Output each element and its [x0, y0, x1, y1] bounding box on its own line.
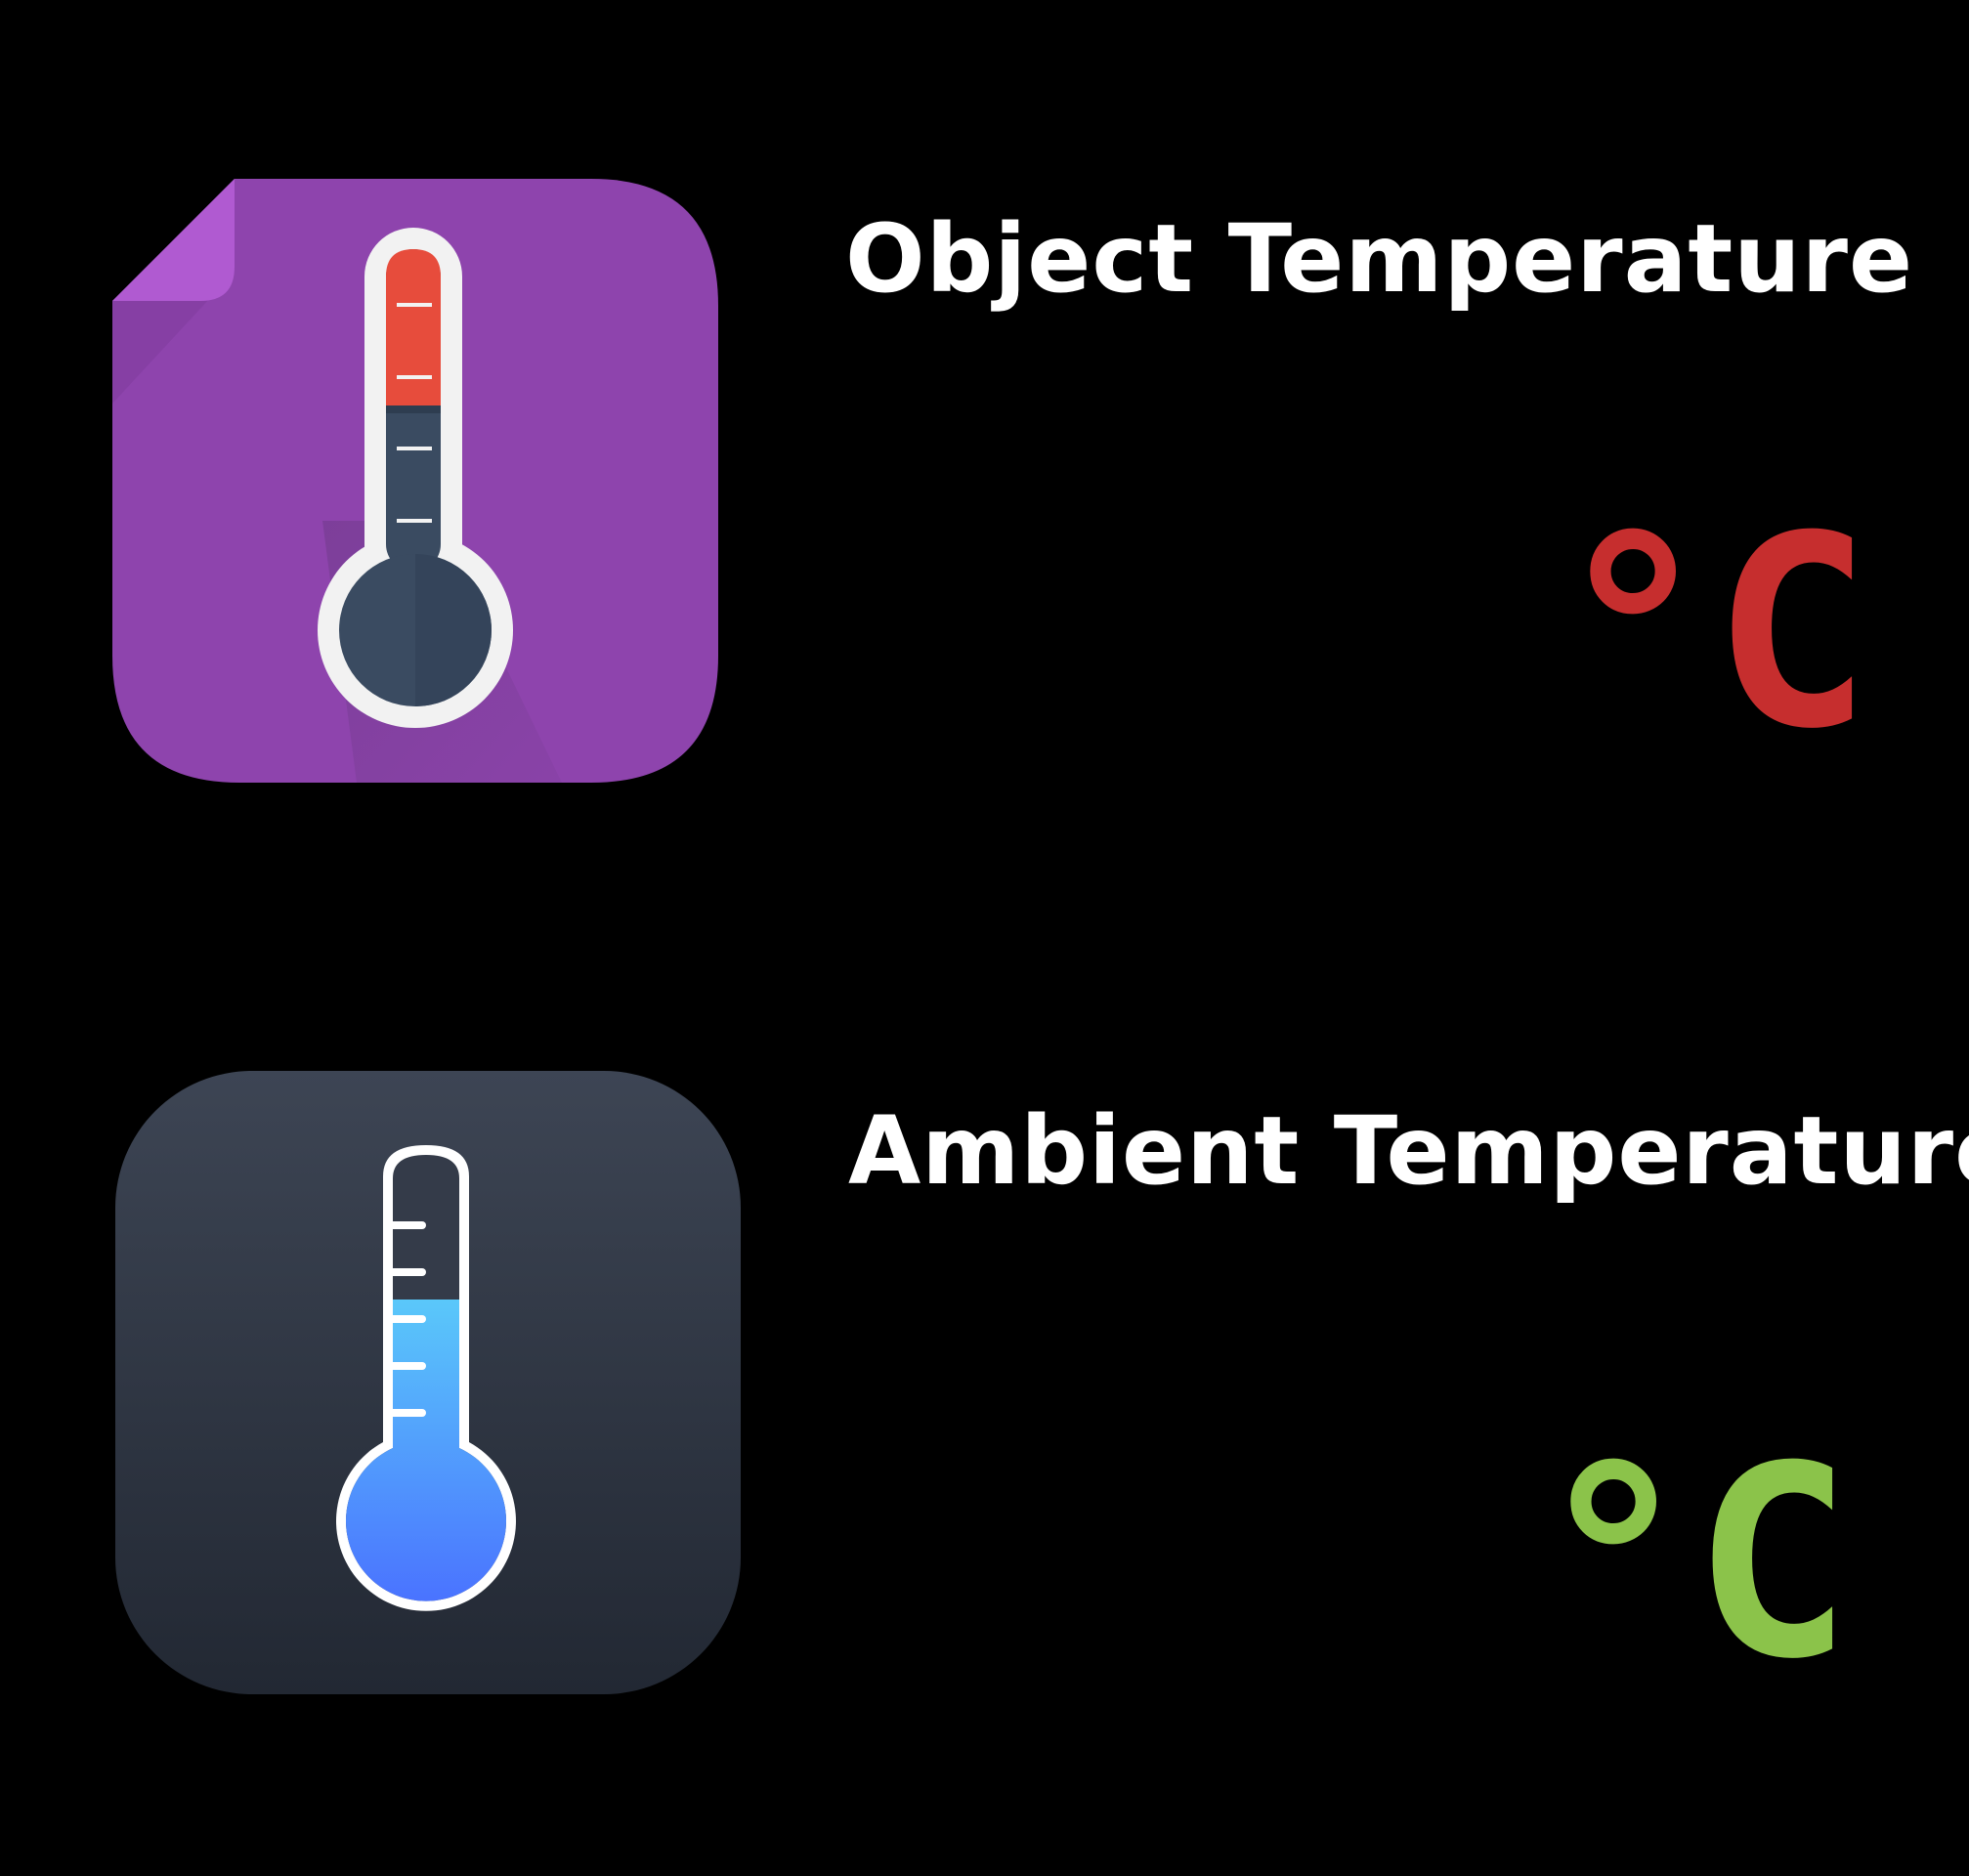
thermometer-cold-icon	[115, 1071, 741, 1694]
object-temperature-label: Object Temperature	[845, 204, 1914, 314]
ambient-temperature-label: Ambient Temperature	[848, 1096, 1969, 1206]
object-temperature-unit: °C	[1554, 479, 1872, 787]
ambient-temperature-unit: °C	[1534, 1409, 1853, 1717]
thermometer-hot-icon	[112, 179, 718, 783]
